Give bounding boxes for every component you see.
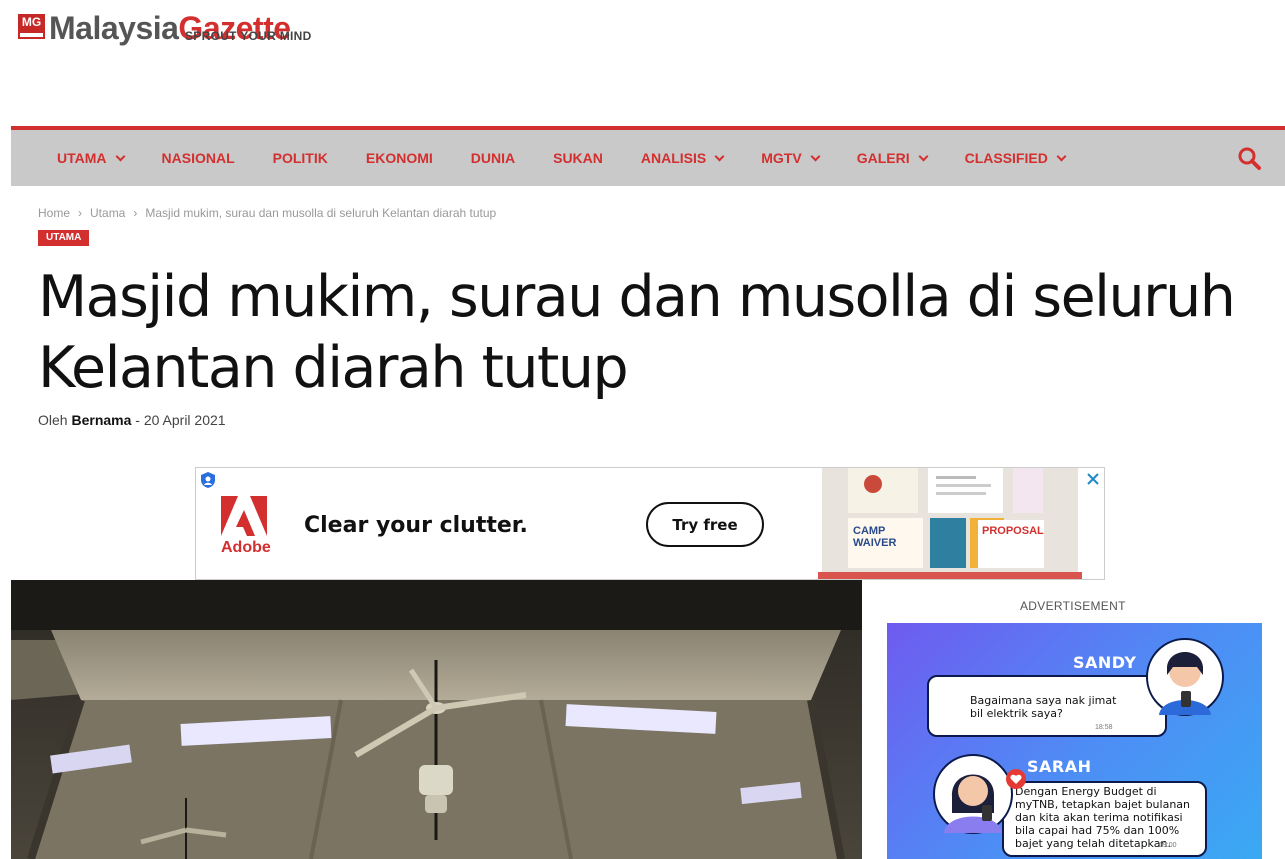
nav-item-label: UTAMA (57, 150, 107, 166)
nav-item-label: GALERI (856, 150, 910, 166)
nav-item-nasional[interactable]: NASIONAL (162, 150, 235, 166)
nav-item-analisis[interactable]: ANALISIS (640, 150, 725, 166)
nav-item-label: NASIONAL (161, 150, 235, 166)
adobe-ad-banner[interactable]: Adobe Clear your clutter. Try free CAMP … (195, 467, 1105, 580)
nav-item-label: MGTV (761, 150, 802, 166)
nav-item-label: DUNIA (470, 150, 516, 166)
chat-time-sarah: 19:00 (1159, 842, 1177, 849)
breadcrumb-separator-icon: › (78, 206, 83, 220)
ad-laptop-image: CAMP WAIVER PROPOSAL (818, 468, 1082, 579)
ad-choices-icon[interactable] (199, 471, 217, 489)
advertisement-label: ADVERTISEMENT (1020, 599, 1126, 613)
article-title: Masjid mukim, surau dan musolla di selur… (38, 264, 1236, 401)
main-nav: UTAMA NASIONAL POLITIK EKONOMI DUNIA SUKAN ANA… (11, 126, 1285, 186)
chevron-down-icon (810, 151, 821, 161)
chat-name-sarah: SARAH (1027, 757, 1092, 776)
nav-item-label: SUKAN (553, 150, 603, 166)
chevron-down-icon (714, 151, 725, 161)
breadcrumb: Home › Utama › Masjid mukim, surau dan m… (38, 206, 496, 220)
ad-art-text-camp: CAMP (853, 525, 885, 537)
tnb-sidebar-ad[interactable]: SANDY Bagaimana saya nak jimat bil elekt… (887, 623, 1262, 859)
chat-name-sandy: SANDY (1073, 653, 1137, 672)
nav-item-ekonomi[interactable]: EKONOMI (366, 150, 433, 166)
ad-art-text-proposal: PROPOSAL (982, 525, 1044, 537)
author-name[interactable]: Bernama (71, 412, 131, 428)
sarah-avatar (932, 753, 1014, 835)
ad-art-text-waiver: WAIVER (853, 537, 896, 549)
nav-item-label: POLITIK (272, 150, 328, 166)
sandy-avatar (1145, 637, 1225, 717)
logo-mark: MG (18, 14, 45, 39)
breadcrumb-current: Masjid mukim, surau dan musolla di selur… (145, 206, 497, 220)
search-icon[interactable] (1237, 146, 1263, 172)
nav-item-galeri[interactable]: GALERI (856, 150, 929, 166)
chevron-down-icon (1056, 151, 1067, 161)
article-date: 20 April 2021 (143, 412, 226, 428)
nav-item-label: EKONOMI (365, 150, 433, 166)
chevron-down-icon (115, 151, 125, 161)
category-badge[interactable]: UTAMA (38, 230, 90, 246)
breadcrumb-category[interactable]: Utama (90, 206, 125, 220)
logo-tagline: SPROUT YOUR MIND (185, 29, 312, 43)
chat-message-sarah: Dengan Energy Budget di myTNB, tetapkan … (1015, 785, 1191, 850)
logo-word-malaysia: Malaysia (49, 10, 179, 46)
nav-item-dunia[interactable]: DUNIA (471, 150, 515, 166)
adobe-logo-icon (221, 496, 267, 536)
byline-prefix: Oleh (38, 412, 68, 428)
article-hero-image (11, 580, 862, 859)
heart-icon (1005, 768, 1027, 790)
chevron-down-icon (918, 151, 929, 161)
chat-message-sandy: Bagaimana saya nak jimat bil elektrik sa… (970, 694, 1117, 720)
breadcrumb-separator-icon: › (133, 206, 138, 220)
nav-item-mgtv[interactable]: MGTV (761, 150, 821, 166)
article-byline: Oleh Bernama - 20 April 2021 (38, 412, 226, 428)
ad-headline: Clear your clutter. (304, 513, 528, 538)
adobe-brand: Adobe (221, 539, 271, 556)
nav-item-utama[interactable]: UTAMA (57, 150, 125, 166)
nav-item-classified[interactable]: CLASSIFIED (964, 150, 1067, 166)
ad-close-icon[interactable] (1084, 470, 1102, 488)
nav-item-label: ANALISIS (640, 150, 707, 166)
nav-items: UTAMA NASIONAL POLITIK EKONOMI DUNIA SUKAN ANA… (57, 130, 1103, 186)
chat-time-sandy: 18:58 (1095, 724, 1113, 731)
nav-item-sukan[interactable]: SUKAN (553, 150, 603, 166)
nav-item-label: CLASSIFIED (964, 150, 1048, 166)
try-free-button[interactable]: Try free (646, 502, 764, 547)
byline-separator: - (135, 412, 140, 428)
breadcrumb-home[interactable]: Home (38, 206, 70, 220)
nav-item-politik[interactable]: POLITIK (273, 150, 328, 166)
